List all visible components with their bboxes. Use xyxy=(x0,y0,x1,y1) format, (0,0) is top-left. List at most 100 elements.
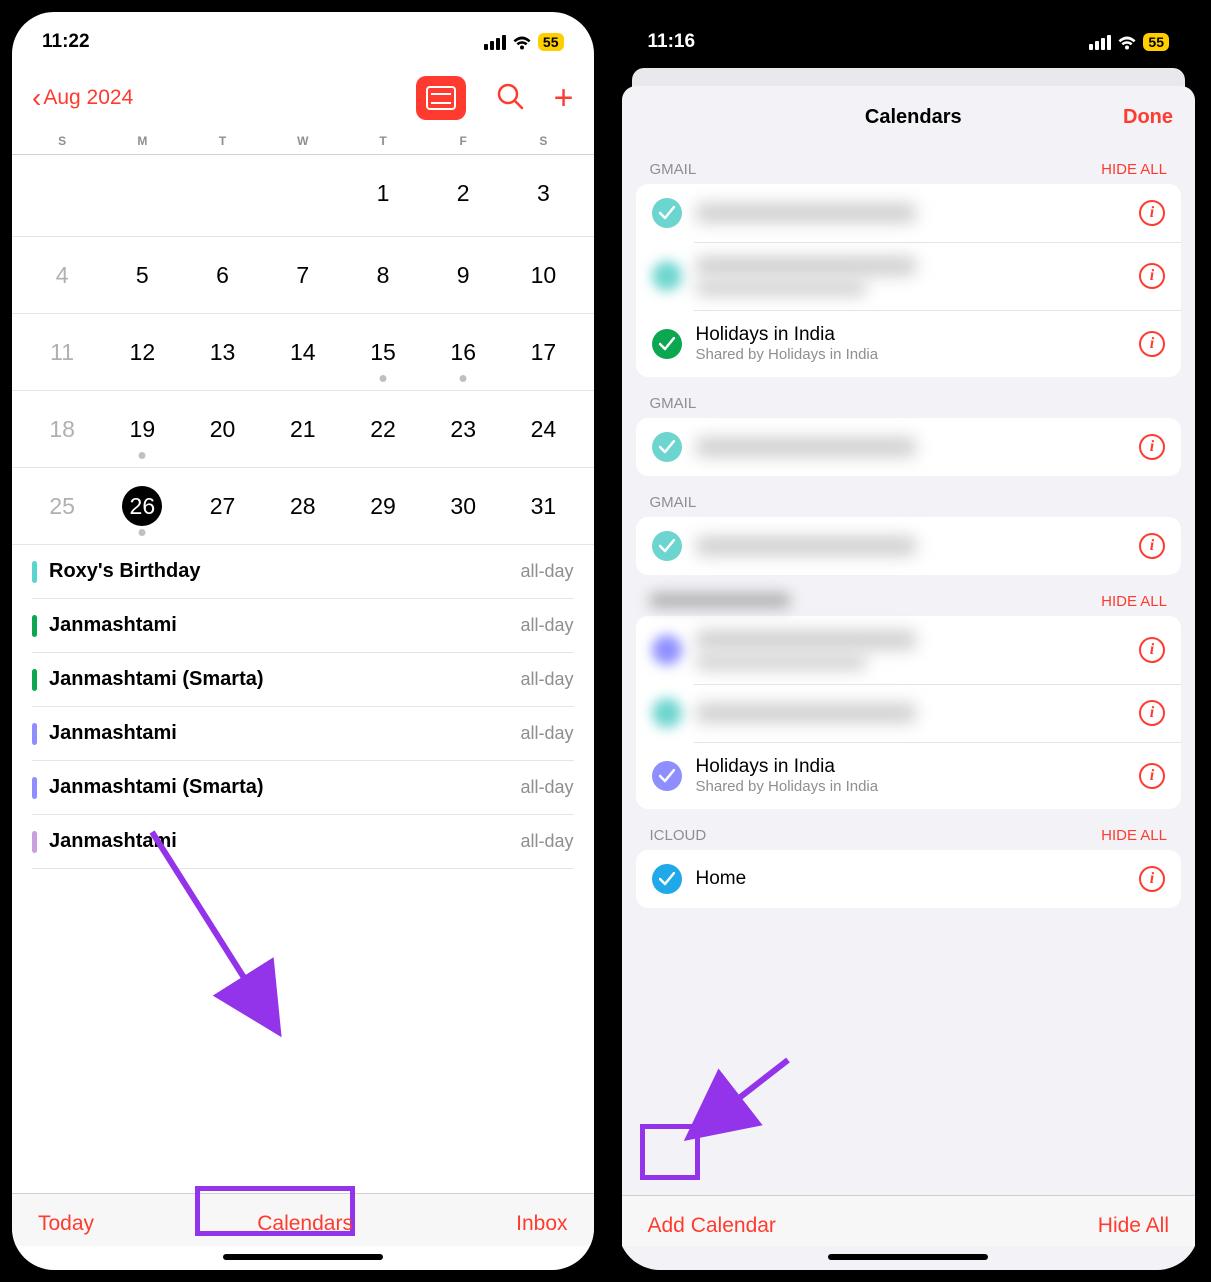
day-cell[interactable]: 4 xyxy=(22,255,102,295)
info-button[interactable]: i xyxy=(1139,700,1165,726)
calendar-item[interactable]: Holidays in IndiaShared by Holidays in I… xyxy=(636,742,1182,809)
hide-all-link[interactable]: HIDE ALL xyxy=(1101,827,1167,844)
day-cell[interactable]: 16 xyxy=(423,332,503,372)
day-cell[interactable]: 14 xyxy=(263,332,343,372)
day-cell[interactable]: 31 xyxy=(503,486,583,526)
info-button[interactable]: i xyxy=(1139,200,1165,226)
event-title: Janmashtami xyxy=(49,830,177,853)
day-cell[interactable]: 29 xyxy=(343,486,423,526)
info-button[interactable]: i xyxy=(1139,637,1165,663)
calendar-item[interactable]: Holidays in IndiaShared by Holidays in I… xyxy=(636,310,1182,377)
day-cell[interactable]: 26 xyxy=(102,486,182,526)
checkbox-icon[interactable] xyxy=(652,698,682,728)
event-row[interactable]: Roxy's Birthdayall-day xyxy=(32,545,574,599)
day-cell[interactable]: 11 xyxy=(22,332,102,372)
day-cell[interactable]: 18 xyxy=(22,409,102,449)
calendar-item[interactable]: i xyxy=(636,418,1182,476)
info-button[interactable]: i xyxy=(1139,533,1165,559)
day-number: 4 xyxy=(42,255,82,295)
checkbox-icon[interactable] xyxy=(652,261,682,291)
back-button[interactable]: ‹ Aug 2024 xyxy=(32,84,133,112)
info-button[interactable]: i xyxy=(1139,331,1165,357)
day-cell[interactable]: 6 xyxy=(182,255,262,295)
day-cell[interactable]: 20 xyxy=(182,409,262,449)
day-cell[interactable]: 15 xyxy=(343,332,423,372)
events-list: Roxy's Birthdayall-dayJanmashtamiall-day… xyxy=(12,545,594,1193)
day-number: 10 xyxy=(523,255,563,295)
day-cell[interactable]: 17 xyxy=(503,332,583,372)
day-cell[interactable]: 5 xyxy=(102,255,182,295)
calendar-grid: 1234567891011121314151617181920212223242… xyxy=(12,155,594,545)
day-cell[interactable]: 13 xyxy=(182,332,262,372)
checkbox-icon[interactable] xyxy=(652,329,682,359)
event-row[interactable]: Janmashtami (Smarta)all-day xyxy=(32,761,574,815)
day-number: 12 xyxy=(122,332,162,372)
day-cell[interactable]: 25 xyxy=(22,486,102,526)
screen-calendars-sheet: 11:16 55 Calendars Done GMAILHIDE ALLiiH… xyxy=(618,12,1200,1270)
event-row[interactable]: Janmashtamiall-day xyxy=(32,815,574,869)
info-button[interactable]: i xyxy=(1139,866,1165,892)
day-cell[interactable]: 9 xyxy=(423,255,503,295)
hide-all-button[interactable]: Hide All xyxy=(1098,1214,1169,1238)
checkbox-icon[interactable] xyxy=(652,635,682,665)
calendar-item[interactable]: i xyxy=(636,616,1182,684)
day-cell[interactable]: 27 xyxy=(182,486,262,526)
day-cell[interactable]: 1 xyxy=(343,173,423,218)
add-calendar-button[interactable]: Add Calendar xyxy=(648,1214,776,1238)
day-cell[interactable]: 8 xyxy=(343,255,423,295)
view-toggle-button[interactable] xyxy=(416,76,466,120)
today-button[interactable]: Today xyxy=(38,1212,94,1236)
section-label: GMAIL xyxy=(650,494,697,511)
checkbox-icon[interactable] xyxy=(652,864,682,894)
checkbox-icon[interactable] xyxy=(652,432,682,462)
search-button[interactable] xyxy=(496,82,524,115)
weekday: T xyxy=(182,134,262,148)
hide-all-link[interactable]: HIDE ALL xyxy=(1101,161,1167,178)
day-cell[interactable]: 7 xyxy=(263,255,343,295)
calendar-item[interactable]: i xyxy=(636,684,1182,742)
calendar-item[interactable]: i xyxy=(636,242,1182,310)
day-number: 30 xyxy=(443,486,483,526)
day-cell[interactable]: 30 xyxy=(423,486,503,526)
day-cell[interactable]: 10 xyxy=(503,255,583,295)
day-cell[interactable]: 3 xyxy=(503,173,583,218)
header-actions: + xyxy=(416,76,574,120)
day-number: 23 xyxy=(443,409,483,449)
day-cell[interactable]: 21 xyxy=(263,409,343,449)
day-number xyxy=(122,173,162,213)
hide-all-link[interactable]: HIDE ALL xyxy=(1101,593,1167,610)
day-cell[interactable]: 23 xyxy=(423,409,503,449)
signal-icon xyxy=(1089,35,1111,50)
day-cell[interactable]: 19 xyxy=(102,409,182,449)
home-indicator[interactable] xyxy=(223,1254,383,1260)
day-cell xyxy=(102,173,182,218)
day-cell[interactable]: 2 xyxy=(423,173,503,218)
event-title: Janmashtami (Smarta) xyxy=(49,776,264,799)
day-number: 25 xyxy=(42,486,82,526)
calendar-item[interactable]: Homei xyxy=(636,850,1182,908)
info-button[interactable]: i xyxy=(1139,263,1165,289)
inbox-button[interactable]: Inbox xyxy=(516,1212,567,1236)
day-cell[interactable]: 28 xyxy=(263,486,343,526)
calendar-item[interactable]: i xyxy=(636,517,1182,575)
checkbox-icon[interactable] xyxy=(652,531,682,561)
calendar-subtitle: Shared by Holidays in India xyxy=(696,346,1140,363)
checkbox-icon[interactable] xyxy=(652,761,682,791)
event-row[interactable]: Janmashtamiall-day xyxy=(32,599,574,653)
calendar-item[interactable]: i xyxy=(636,184,1182,242)
home-indicator[interactable] xyxy=(828,1254,988,1260)
day-cell[interactable]: 12 xyxy=(102,332,182,372)
event-row[interactable]: Janmashtami (Smarta)all-day xyxy=(32,653,574,707)
section-label-blurred xyxy=(650,593,790,608)
info-button[interactable]: i xyxy=(1139,434,1165,460)
day-cell[interactable]: 24 xyxy=(503,409,583,449)
checkbox-icon[interactable] xyxy=(652,198,682,228)
done-button[interactable]: Done xyxy=(1123,106,1173,129)
calendars-button[interactable]: Calendars xyxy=(257,1212,353,1236)
info-button[interactable]: i xyxy=(1139,763,1165,789)
day-cell[interactable]: 22 xyxy=(343,409,423,449)
event-row[interactable]: Janmashtamiall-day xyxy=(32,707,574,761)
event-time: all-day xyxy=(520,615,573,636)
calendar-sub-blurred xyxy=(696,280,866,296)
add-event-button[interactable]: + xyxy=(554,81,574,115)
